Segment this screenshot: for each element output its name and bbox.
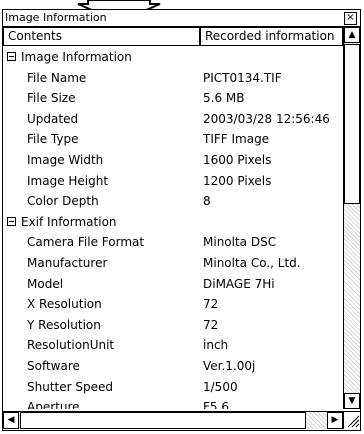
item-value: TIFF Image [203,132,270,147]
list-item[interactable]: Y Resolution 72 [3,315,343,336]
item-name: Shutter Speed [27,379,113,394]
list-item[interactable]: Updated 2003/03/28 12:56:46 [3,109,343,130]
item-value: 72 [203,317,219,332]
item-name: ResolutionUnit [27,338,115,353]
window-title: Image Information [5,11,107,24]
section-row[interactable]: Exif Information [3,212,343,233]
vertical-scrollbar[interactable]: ▲ ▼ [343,27,360,409]
list-item[interactable]: Aperture F5.6 [3,397,343,409]
column-header-recorded-information[interactable]: Recorded information [200,27,343,46]
item-name: Image Width [27,152,104,167]
item-value: 5.6 MB [203,91,245,106]
minus-box-icon[interactable] [7,52,16,61]
title-bar[interactable]: Image Information × [3,10,360,27]
list-item[interactable]: Shutter Speed 1/500 [3,377,343,398]
item-name: Manufacturer [27,255,108,270]
scroll-down-button[interactable]: ▼ [344,393,360,409]
list-item[interactable]: Camera File Format Minolta DSC [3,232,343,253]
item-value: 8 [203,194,211,209]
list-item[interactable]: Image Height 1200 Pixels [3,171,343,192]
item-name: Updated [27,111,79,126]
item-value: Minolta Co., Ltd. [203,255,301,270]
close-button[interactable]: × [344,12,357,25]
item-value: 1600 Pixels [203,152,272,167]
item-name: Model [27,276,64,291]
vertical-scroll-thumb[interactable] [344,44,360,204]
item-value: 2003/03/28 12:56:46 [203,111,330,126]
item-value: 1/500 [203,379,238,394]
list-item[interactable]: File Size 5.6 MB [3,88,343,109]
item-name: File Type [27,132,79,147]
arrow-up-icon: ▲ [348,30,356,40]
item-name: File Size [27,91,76,106]
scroll-right-button[interactable]: ▶ [327,412,343,429]
column-header-contents[interactable]: Contents [3,27,200,46]
item-name: File Name [27,70,87,85]
arrow-right-icon: ▶ [331,415,339,425]
item-value: 72 [203,297,219,312]
resize-grip-icon[interactable] [343,411,360,429]
scroll-up-button[interactable]: ▲ [344,27,360,43]
image-information-window: Image Information × Contents Recorded in… [2,9,361,431]
item-value: 1200 Pixels [203,173,272,188]
column-header: Contents Recorded information [3,27,360,46]
information-list: Image Information File Name PICT0134.TIF Fi… [3,47,343,409]
list-item[interactable]: Color Depth 8 [3,191,343,212]
list-item[interactable]: Model DiMAGE 7Hi [3,274,343,295]
list-item[interactable]: Image Width 1600 Pixels [3,150,343,171]
item-value: inch [203,338,229,353]
horizontal-scroll-thumb[interactable] [20,412,306,429]
list-item[interactable]: File Type TIFF Image [3,129,343,150]
item-name: Software [27,358,80,373]
item-name: Image Height [27,173,109,188]
section-label: Exif Information [21,214,117,229]
minus-box-icon[interactable] [7,216,16,226]
item-name: Aperture [27,400,80,409]
item-value: Minolta DSC [203,235,277,250]
item-name: Color Depth [27,194,99,209]
item-name: Y Resolution [27,317,101,332]
item-name: Camera File Format [27,235,145,250]
section-row[interactable]: Image Information [3,47,343,68]
list-item[interactable]: Software Ver.1.00j [3,356,343,377]
section-label: Image Information [21,50,132,64]
horizontal-scrollbar[interactable]: ◀ ▶ [3,411,343,429]
item-value: DiMAGE 7Hi [203,276,275,291]
scroll-left-button[interactable]: ◀ [3,412,19,429]
list-item[interactable]: ResolutionUnit inch [3,335,343,356]
list-item[interactable]: File Name PICT0134.TIF [3,68,343,89]
arrow-down-icon: ▼ [348,396,356,406]
arrow-left-icon: ◀ [7,415,15,425]
item-value: Ver.1.00j [203,358,256,373]
list-item[interactable]: X Resolution 72 [3,294,343,315]
list-item[interactable]: Manufacturer Minolta Co., Ltd. [3,253,343,274]
item-name: X Resolution [27,297,102,312]
item-value: PICT0134.TIF [203,70,282,85]
item-value: F5.6 [203,400,229,409]
